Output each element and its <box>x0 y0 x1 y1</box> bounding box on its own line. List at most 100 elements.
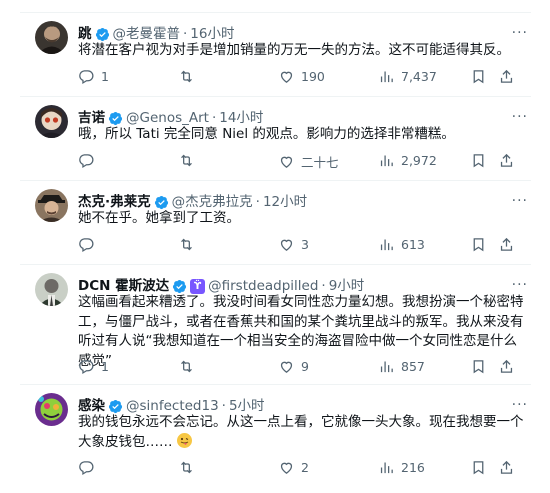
bookmark-icon <box>473 154 484 168</box>
share-button[interactable] <box>498 358 515 375</box>
reply-icon <box>79 461 94 476</box>
reply-feed: 跳 @老曼霍普 · 16小时 ··· 将潜在客户视为对手是增加销量的万无一失的方… <box>0 0 550 493</box>
bookmark-button[interactable] <box>470 152 487 169</box>
action-bar: 3 613 <box>78 236 518 256</box>
repost-button[interactable] <box>178 236 201 253</box>
like-button[interactable]: 190 <box>278 68 325 85</box>
tweet-1[interactable]: 跳 @老曼霍普 · 16小时 ··· 将潜在客户视为对手是增加销量的万无一失的方… <box>0 21 550 91</box>
tongue-out-emoji-icon <box>176 432 192 448</box>
share-icon <box>500 153 513 167</box>
views-icon <box>380 361 393 373</box>
bookmark-button[interactable] <box>470 68 487 85</box>
like-button[interactable]: 2 <box>278 459 309 476</box>
bookmark-icon <box>473 238 484 252</box>
like-button[interactable]: 9 <box>278 358 309 375</box>
like-count: 9 <box>301 359 309 374</box>
repost-icon <box>181 360 192 373</box>
tweet-text: 她不在乎。她拿到了工资。 <box>78 210 240 226</box>
reply-count: 1 <box>101 69 109 84</box>
heart-icon <box>280 462 293 474</box>
repost-icon <box>181 70 192 83</box>
heart-icon <box>280 239 293 251</box>
reply-button[interactable]: 1 <box>78 68 109 85</box>
views-button[interactable]: 216 <box>378 459 425 476</box>
views-button[interactable]: 857 <box>378 358 425 375</box>
views-icon <box>380 462 393 474</box>
share-button[interactable] <box>498 459 515 476</box>
like-button[interactable]: 3 <box>278 236 309 253</box>
views-icon <box>380 155 393 167</box>
reply-button[interactable] <box>78 152 101 169</box>
action-bar: 二十七 2,972 <box>78 152 518 172</box>
share-icon <box>500 69 513 83</box>
like-count: 二十七 <box>301 155 339 170</box>
tweet-text: 哦，所以 Tati 完全同意 Niel 的观点。影响力的选择非常糟糕。 <box>78 126 455 142</box>
heart-icon <box>280 361 293 373</box>
reply-button[interactable] <box>78 236 101 253</box>
heart-icon <box>280 156 293 168</box>
reply-button[interactable] <box>78 459 101 476</box>
view-count: 857 <box>401 359 425 374</box>
repost-button[interactable] <box>178 459 201 476</box>
verified-badge-icon <box>154 195 168 209</box>
action-bar: 1 9 857 <box>78 358 518 378</box>
tweet-4[interactable]: DCN 霍斯波达 ϔ @firstdeadpilled · 9小时 ··· 这幅… <box>0 273 550 383</box>
more-options-icon[interactable]: ··· <box>512 25 528 41</box>
views-icon <box>380 71 393 83</box>
repost-button[interactable] <box>178 68 201 85</box>
verified-badge-icon <box>173 279 187 293</box>
verified-badge-icon <box>108 399 123 413</box>
bookmark-button[interactable] <box>470 236 487 253</box>
reply-icon <box>79 360 94 375</box>
more-options-icon[interactable]: ··· <box>512 193 528 209</box>
tweet-text: 我的钱包永远不会忘记。从这一点上看，它就像一头大象。现在我想要一个大象皮钱包…… <box>78 413 528 452</box>
action-bar: 1 190 7,437 <box>78 68 518 88</box>
views-button[interactable]: 7,437 <box>378 68 437 85</box>
avatar[interactable] <box>35 273 68 306</box>
tweet-text-content: 我的钱包永远不会忘记。从这一点上看，它就像一头大象。现在我想要一个大象皮钱包…… <box>78 414 524 450</box>
repost-button[interactable] <box>178 358 201 375</box>
bookmark-icon <box>473 360 484 374</box>
separator <box>20 180 531 181</box>
avatar[interactable] <box>35 21 68 54</box>
share-button[interactable] <box>498 152 515 169</box>
separator <box>20 96 531 97</box>
tweet-2[interactable]: 吉诺 @Genos_Art · 14小时 ··· 哦，所以 Tati 完全同意 … <box>0 105 550 175</box>
repost-icon <box>181 461 192 474</box>
share-icon <box>500 460 513 474</box>
separator <box>20 12 531 13</box>
views-button[interactable]: 2,972 <box>378 152 437 169</box>
share-icon <box>500 237 513 251</box>
separator <box>20 264 531 265</box>
more-options-icon[interactable]: ··· <box>512 109 528 125</box>
avatar[interactable] <box>35 189 68 222</box>
tweet-5[interactable]: 感染 @sinfected13 · 5小时 ··· 我的钱包永远不会忘记。从这一… <box>0 393 550 483</box>
share-button[interactable] <box>498 68 515 85</box>
tweet-3[interactable]: 杰克·弗莱克 @杰克弗拉克 · 12小时 ··· 她不在乎。她拿到了工资。 3 <box>0 189 550 259</box>
avatar[interactable] <box>35 393 68 426</box>
share-button[interactable] <box>498 236 515 253</box>
repost-button[interactable] <box>178 152 201 169</box>
avatar[interactable] <box>35 105 68 138</box>
like-count: 2 <box>301 460 309 475</box>
verified-badge-icon <box>108 111 123 125</box>
view-count: 2,972 <box>401 153 437 168</box>
repost-icon <box>181 154 192 167</box>
like-count: 190 <box>301 69 325 84</box>
like-count: 3 <box>301 237 309 252</box>
action-bar: 2 216 <box>78 459 518 479</box>
affiliate-badge-icon: ϔ <box>190 278 206 294</box>
more-options-icon[interactable]: ··· <box>512 277 528 293</box>
reply-icon <box>79 238 94 253</box>
views-icon <box>380 239 393 251</box>
more-options-icon[interactable]: ··· <box>512 397 528 413</box>
bookmark-button[interactable] <box>470 358 487 375</box>
share-icon <box>500 359 513 373</box>
like-button[interactable]: 二十七 <box>278 152 339 171</box>
bookmark-button[interactable] <box>470 459 487 476</box>
reply-button[interactable]: 1 <box>78 358 109 375</box>
reply-icon <box>79 70 94 85</box>
tweet-text: 将潜在客户视为对手是增加销量的万无一失的方法。这不可能适得其反。 <box>78 42 510 58</box>
views-button[interactable]: 613 <box>378 236 425 253</box>
bookmark-icon <box>473 70 484 84</box>
